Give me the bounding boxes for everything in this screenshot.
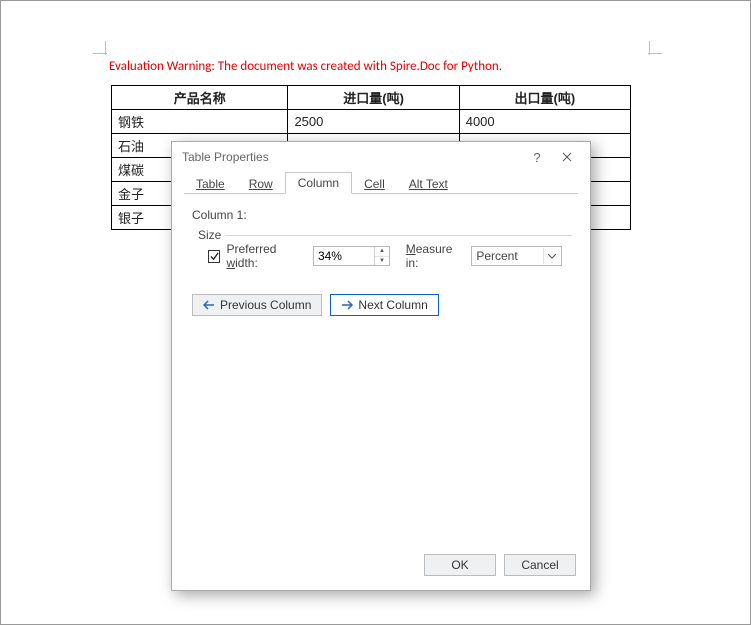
measure-in-value: Percent (476, 249, 517, 263)
tab-table-label: Table (196, 177, 225, 191)
margin-mark (648, 53, 662, 54)
size-group-title: Size (198, 228, 225, 242)
dialog-titlebar[interactable]: Table Properties ? (172, 142, 590, 172)
measure-in-select[interactable]: Percent (471, 246, 562, 266)
preferred-width-label: Preferred width: (226, 242, 307, 270)
preferred-width-spinner[interactable]: ▲ ▼ (313, 246, 390, 266)
tab-table[interactable]: Table (184, 174, 237, 194)
ok-button[interactable]: OK (424, 554, 496, 576)
tab-column[interactable]: Column (285, 172, 352, 194)
col-header-product[interactable]: 产品名称 (112, 86, 288, 110)
evaluation-warning: Evaluation Warning: The document was cre… (109, 59, 502, 74)
table-header-row: 产品名称 进口量(吨) 出口量(吨) (112, 86, 631, 110)
previous-column-button[interactable]: Previous Column (192, 294, 322, 316)
tab-row[interactable]: Row (237, 174, 285, 194)
table-properties-dialog: Table Properties ? Table Row Column Cell… (171, 141, 591, 591)
next-column-button[interactable]: Next Column (330, 294, 438, 316)
checkmark-icon (210, 252, 219, 261)
preferred-width-checkbox[interactable] (208, 250, 220, 263)
col-header-import[interactable]: 进口量(吨) (288, 86, 459, 110)
tab-cell-label: Cell (364, 177, 385, 191)
tab-alttext[interactable]: Alt Text (397, 174, 460, 194)
column-panel: Column 1: Size Preferred width: ▲ ▼ (172, 194, 590, 326)
measure-in-label: Measure in: (406, 242, 466, 270)
chevron-down-icon (543, 248, 559, 264)
margin-mark (649, 41, 650, 55)
previous-column-label: Previous Column (220, 298, 311, 312)
dialog-footer: OK Cancel (424, 554, 576, 576)
col-header-export[interactable]: 出口量(吨) (459, 86, 630, 110)
column-heading: Column 1: (192, 208, 572, 222)
preferred-width-row: Preferred width: ▲ ▼ Measure in: Percent (208, 242, 562, 270)
close-icon (562, 152, 572, 162)
size-groupbox: Size Preferred width: ▲ ▼ Measur (198, 228, 572, 280)
margin-mark (105, 41, 106, 55)
preferred-width-input[interactable] (314, 247, 374, 265)
tab-column-label: Column (298, 176, 339, 190)
spinner-buttons: ▲ ▼ (374, 247, 389, 265)
arrow-right-icon (341, 299, 353, 311)
arrow-left-icon (203, 299, 215, 311)
spin-down-button[interactable]: ▼ (375, 257, 389, 266)
document-page: Evaluation Warning: The document was cre… (0, 0, 751, 625)
tab-row-label: Row (249, 177, 273, 191)
column-nav-row: Previous Column Next Column (192, 294, 572, 316)
next-column-label: Next Column (358, 298, 427, 312)
cell[interactable]: 2500 (288, 110, 459, 134)
tab-strip: Table Row Column Cell Alt Text (172, 172, 590, 194)
cancel-button[interactable]: Cancel (504, 554, 576, 576)
help-button[interactable]: ? (522, 145, 552, 169)
tab-cell[interactable]: Cell (352, 174, 397, 194)
dialog-title: Table Properties (182, 150, 522, 164)
close-button[interactable] (552, 145, 582, 169)
spin-up-button[interactable]: ▲ (375, 247, 389, 257)
tab-alttext-label: Alt Text (409, 177, 448, 191)
cell[interactable]: 4000 (459, 110, 630, 134)
cell[interactable]: 钢铁 (112, 110, 288, 134)
table-row[interactable]: 钢铁 2500 4000 (112, 110, 631, 134)
